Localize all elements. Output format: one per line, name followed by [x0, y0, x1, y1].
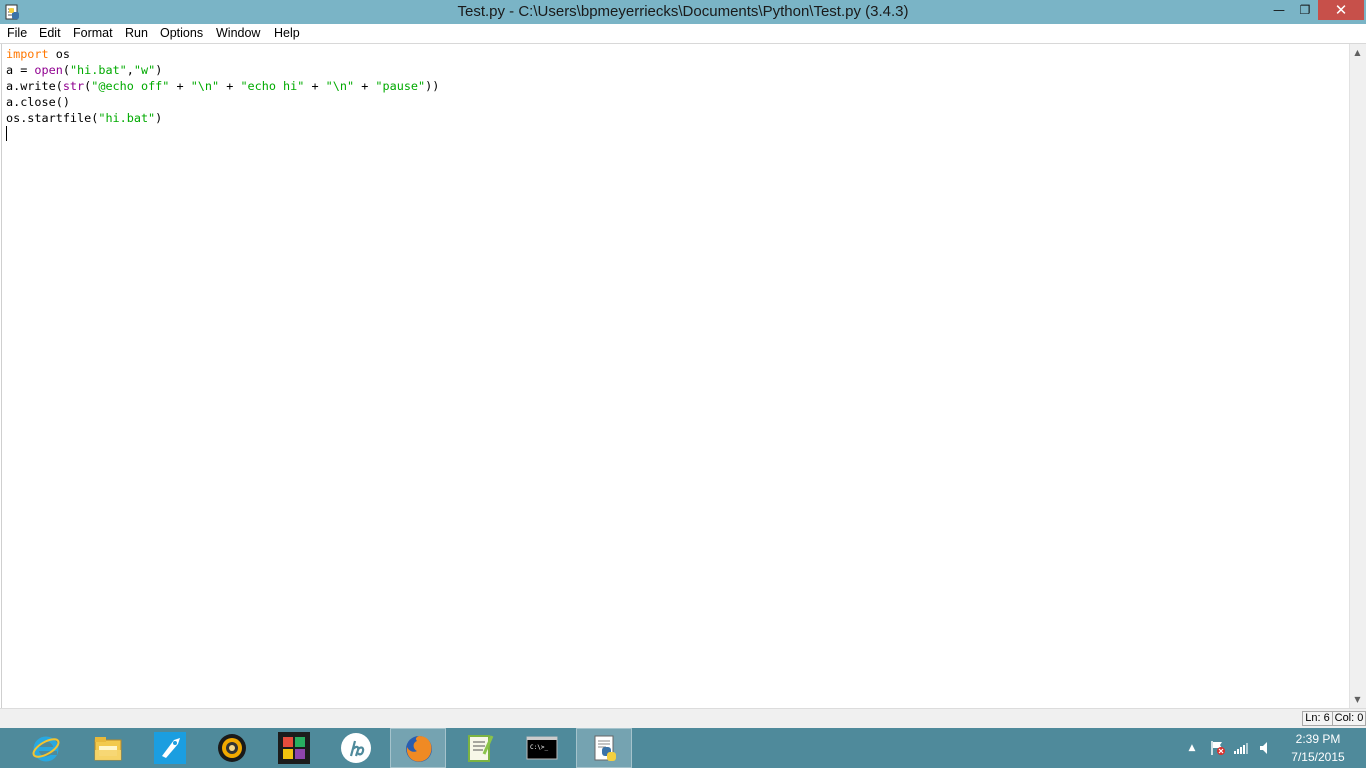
notepad-plus-plus-icon [468, 735, 494, 762]
taskbar-python-idle[interactable] [576, 728, 632, 768]
menu-bar: File Edit Format Run Options Window Help [0, 24, 1366, 44]
taskbar-command-prompt[interactable]: C:\>_ [514, 728, 570, 768]
editor-border [1, 44, 2, 708]
status-bar [0, 708, 1366, 728]
code-token: "pause" [375, 79, 426, 93]
code-token: )) [425, 79, 440, 93]
code-token: "echo hi" [240, 79, 305, 93]
menu-help[interactable]: Help [274, 24, 300, 44]
rocket-app-icon [154, 732, 186, 764]
taskbar-hp[interactable] [328, 728, 384, 768]
code-token: a.write( [6, 79, 63, 93]
code-token: "hi.bat" [69, 63, 127, 77]
code-token: "\n" [190, 79, 220, 93]
code-token: os [48, 47, 70, 61]
text-cursor [6, 126, 7, 141]
taskbar-notepad-plus-plus[interactable] [452, 728, 508, 768]
status-line-number: Ln: 6 [1302, 711, 1333, 726]
hp-icon [341, 733, 371, 763]
code-token: "w" [133, 63, 156, 77]
code-token: a.close() [6, 95, 70, 109]
media-player-icon [218, 734, 246, 762]
taskbar-puzzle-app[interactable] [266, 728, 322, 768]
code-token: ( [62, 63, 70, 77]
action-center-flag-icon[interactable] [1210, 740, 1226, 756]
volume-icon[interactable] [1258, 740, 1274, 756]
close-button[interactable]: ✕ [1318, 0, 1364, 20]
code-token: ) [155, 111, 163, 125]
code-token: + [219, 79, 241, 93]
code-token: a = [6, 63, 35, 77]
puzzle-app-icon [278, 732, 310, 764]
taskbar-file-explorer[interactable] [80, 728, 136, 768]
code-token: "@echo off" [91, 79, 170, 93]
taskbar-firefox[interactable] [390, 728, 446, 768]
code-token: str [62, 79, 85, 93]
show-hidden-icons-button[interactable]: ▲ [1184, 728, 1200, 768]
status-column-number: Col: 0 [1332, 711, 1366, 726]
code-token: + [354, 79, 376, 93]
code-token: + [304, 79, 326, 93]
command-prompt-icon: C:\>_ [526, 736, 558, 760]
code-token: , [126, 63, 134, 77]
code-token: "hi.bat" [98, 111, 156, 125]
code-line[interactable]: a.write(str("@echo off" + "\n" + "echo h… [6, 78, 439, 94]
code-token: "\n" [325, 79, 355, 93]
code-line[interactable]: a = open("hi.bat","w") [6, 62, 439, 78]
code-token: + [169, 79, 191, 93]
code-line[interactable]: os.startfile("hi.bat") [6, 110, 439, 126]
clock-time[interactable]: 2:39 PM [1280, 732, 1356, 746]
menu-edit[interactable]: Edit [39, 24, 61, 44]
firefox-icon [406, 736, 432, 762]
code-token: open [34, 63, 63, 77]
code-text[interactable]: import os a = open("hi.bat","w") a.write(s… [6, 46, 439, 142]
code-line[interactable] [6, 126, 439, 142]
python-idle-icon [594, 735, 616, 761]
menu-format[interactable]: Format [73, 24, 113, 44]
svg-text:C:\>_: C:\>_ [530, 744, 548, 751]
scroll-down-arrow-icon[interactable]: ▼ [1349, 691, 1366, 708]
code-token: os.startfile( [6, 111, 99, 125]
menu-options[interactable]: Options [160, 24, 203, 44]
restore-button[interactable]: ❐ [1292, 0, 1318, 20]
file-explorer-icon [94, 737, 122, 761]
internet-explorer-icon [32, 736, 60, 762]
code-line[interactable]: a.close() [6, 94, 439, 110]
code-token: ) [155, 63, 163, 77]
menu-window[interactable]: Window [216, 24, 260, 44]
taskbar-rocket-app[interactable] [142, 728, 198, 768]
code-editor[interactable] [0, 44, 1349, 708]
code-token: import [6, 47, 49, 61]
menu-run[interactable]: Run [125, 24, 148, 44]
menu-file[interactable]: File [7, 24, 27, 44]
code-line[interactable]: import os [6, 46, 439, 62]
scroll-up-arrow-icon[interactable]: ▲ [1349, 44, 1366, 61]
clock-date[interactable]: 7/15/2015 [1280, 750, 1356, 764]
vertical-scrollbar[interactable] [1349, 44, 1366, 708]
taskbar-internet-explorer[interactable] [18, 728, 74, 768]
taskbar-media-player[interactable] [204, 728, 260, 768]
minimize-button[interactable]: — [1266, 0, 1292, 20]
window-title: Test.py - C:\Users\bpmeyerriecks\Documen… [457, 3, 909, 20]
network-signal-icon[interactable] [1233, 740, 1249, 756]
